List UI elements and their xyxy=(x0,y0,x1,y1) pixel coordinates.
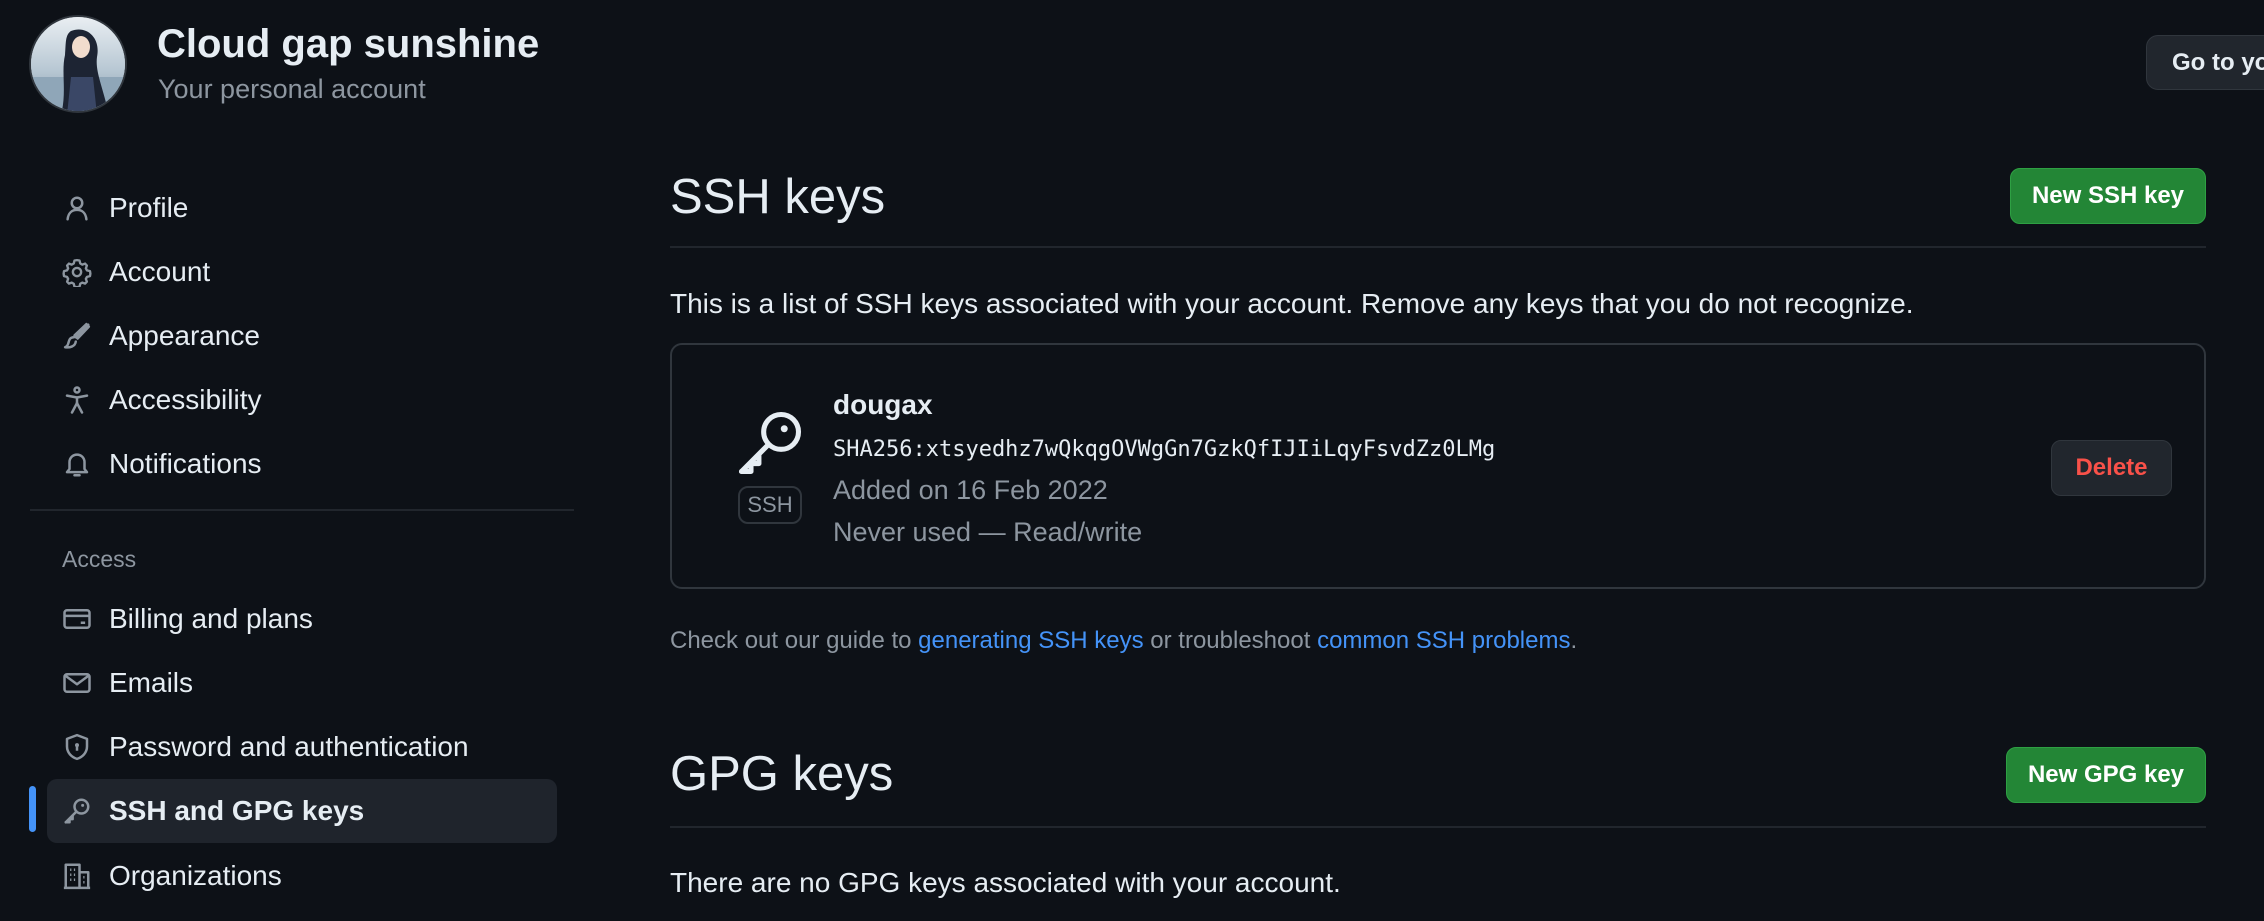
person-icon xyxy=(47,193,107,223)
gpg-keys-heading: GPG keys xyxy=(670,747,894,801)
organization-icon xyxy=(47,861,107,891)
sidebar-item-label: Notifications xyxy=(109,448,262,479)
gear-icon xyxy=(47,257,107,287)
settings-page: Cloud gap sunshine Your personal account… xyxy=(0,0,2264,921)
sidebar-item-label: Emails xyxy=(109,667,194,698)
section-divider xyxy=(670,246,2206,248)
sidebar-item-label: Billing and plans xyxy=(109,603,313,634)
guide-suffix: . xyxy=(1570,627,1578,654)
new-ssh-key-button[interactable]: New SSH key xyxy=(2010,168,2206,224)
sidebar-item-ssh-gpg-keys[interactable]: SSH and GPG keys xyxy=(47,779,557,843)
sidebar-item-emails[interactable]: Emails xyxy=(47,651,557,715)
sidebar-item-password-authentication[interactable]: Password and authentication xyxy=(47,715,557,779)
delete-key-button[interactable]: Delete xyxy=(2051,440,2172,496)
avatar[interactable] xyxy=(29,15,127,113)
key-fingerprint: SHA256:xtsyedhz7wQkqgOVWgGn7GzkQfIJIiLqy… xyxy=(833,437,1496,462)
key-usage: Never used — Read/write xyxy=(833,517,1143,547)
common-ssh-problems-link[interactable]: common SSH problems xyxy=(1317,627,1570,654)
mail-icon xyxy=(47,668,107,698)
ssh-keys-heading: SSH keys xyxy=(670,170,886,224)
ssh-description: This is a list of SSH keys associated wi… xyxy=(670,288,1914,319)
ssh-guide-text: Check out our guide to generating SSH ke… xyxy=(670,627,1577,655)
sidebar-divider xyxy=(30,509,574,511)
sidebar-item-label: Profile xyxy=(109,192,189,223)
sidebar-item-label: Accessibility xyxy=(109,384,262,415)
paintbrush-icon xyxy=(47,321,107,351)
key-icon xyxy=(732,405,808,486)
bell-icon xyxy=(47,449,107,479)
sidebar-item-account[interactable]: Account xyxy=(47,240,557,304)
sidebar-heading-access: Access xyxy=(62,546,137,572)
sidebar-item-label: Organizations xyxy=(109,860,282,891)
generating-ssh-keys-link[interactable]: generating SSH keys xyxy=(918,627,1143,654)
sidebar-item-label: SSH and GPG keys xyxy=(109,795,365,826)
sidebar-item-label: Password and authentication xyxy=(109,731,469,762)
sidebar-item-notifications[interactable]: Notifications xyxy=(47,432,557,496)
key-name: dougax xyxy=(833,389,933,420)
sidebar-item-billing[interactable]: Billing and plans xyxy=(47,587,557,651)
go-to-profile-button[interactable]: Go to yo xyxy=(2146,35,2264,90)
guide-middle: or troubleshoot xyxy=(1143,627,1318,654)
credit-card-icon xyxy=(47,604,107,634)
key-added-date: Added on 16 Feb 2022 xyxy=(833,475,1108,505)
account-subtitle: Your personal account xyxy=(158,74,426,104)
new-gpg-key-button[interactable]: New GPG key xyxy=(2006,747,2206,803)
key-icon xyxy=(47,796,107,826)
section-divider xyxy=(670,826,2206,828)
sidebar-item-label: Account xyxy=(109,256,211,287)
guide-prefix: Check out our guide to xyxy=(670,627,919,654)
accessibility-icon xyxy=(47,385,107,415)
sidebar-item-profile[interactable]: Profile xyxy=(47,176,557,240)
sidebar-item-appearance[interactable]: Appearance xyxy=(47,304,557,368)
gpg-description: There are no GPG keys associated with yo… xyxy=(670,867,1341,898)
sidebar-item-accessibility[interactable]: Accessibility xyxy=(47,368,557,432)
sidebar-item-label: Appearance xyxy=(109,320,261,351)
ssh-type-badge: SSH xyxy=(738,486,802,524)
shield-lock-icon xyxy=(47,732,107,762)
ssh-key-item: SSH dougax SHA256:xtsyedhz7wQkqgOVWgGn7G… xyxy=(670,343,2206,589)
account-name[interactable]: Cloud gap sunshine xyxy=(157,22,539,67)
sidebar-item-organizations[interactable]: Organizations xyxy=(47,844,557,908)
active-indicator xyxy=(29,786,36,832)
